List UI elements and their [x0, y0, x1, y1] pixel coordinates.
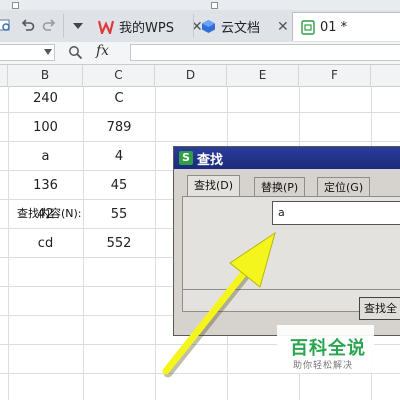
tab-replace[interactable]: 替换(P)	[254, 177, 306, 196]
tab-label: 云文档	[221, 21, 261, 36]
cell-c4[interactable]: 45	[83, 171, 155, 200]
namebox-dropdown-icon[interactable]	[44, 49, 52, 55]
column-header-c[interactable]: C	[83, 65, 155, 86]
find-content-input[interactable]: a	[272, 201, 400, 225]
cell-c5[interactable]: 55	[83, 200, 155, 229]
column-header-partial[interactable]	[371, 65, 400, 86]
redo-icon[interactable]	[41, 17, 57, 33]
tab-bar: 我的WPS ✕ 云文档 ✕ 01 *	[0, 0, 400, 43]
zoom-search-icon[interactable]	[68, 45, 83, 60]
tab-label: 我的WPS	[119, 21, 174, 36]
function-button[interactable]: fx	[96, 43, 109, 59]
sheet-doc-icon	[301, 19, 315, 35]
wps-sheet-logo-icon: S	[179, 151, 193, 165]
cell-c6[interactable]: 552	[83, 229, 155, 258]
dialog-title-bar[interactable]: S 查找	[174, 147, 400, 169]
dropdown-icon[interactable]	[72, 22, 84, 30]
dialog-title: 查找	[197, 152, 224, 168]
cell-b4[interactable]: 136	[8, 171, 83, 200]
find-content-label: 查找内容(N):	[17, 207, 82, 220]
column-header-partial[interactable]	[0, 65, 8, 86]
tab-sheet-01[interactable]: 01 *	[292, 12, 400, 41]
cloud-doc-icon	[202, 20, 215, 33]
tab-label: 01 *	[320, 19, 348, 35]
window-control[interactable]	[12, 2, 19, 9]
cell-b2[interactable]: 100	[8, 113, 83, 142]
title-strip	[0, 0, 400, 10]
formula-input[interactable]	[130, 44, 400, 61]
tab-goto[interactable]: 定位(G)	[317, 177, 371, 196]
column-header-d[interactable]: D	[155, 65, 227, 86]
yellow-arrow-icon	[162, 231, 276, 378]
close-icon[interactable]: ✕	[277, 19, 289, 35]
watermark-subtitle: 助你轻松解决	[293, 361, 354, 371]
cell-b3[interactable]: a	[8, 142, 83, 171]
tab-find[interactable]: 查找(D)	[187, 175, 241, 197]
cell-b1[interactable]: 240	[8, 84, 83, 113]
column-header-b[interactable]: B	[8, 65, 83, 86]
separator	[63, 14, 64, 38]
print-preview-icon[interactable]	[0, 17, 12, 33]
window-control[interactable]	[211, 2, 218, 9]
cell-c1[interactable]: C	[83, 84, 155, 113]
column-header-e[interactable]: E	[227, 65, 299, 86]
undo-icon[interactable]	[20, 17, 36, 33]
cell-c2[interactable]: 789	[83, 113, 155, 142]
cell-b6[interactable]: cd	[8, 229, 83, 258]
wps-logo-icon	[98, 20, 114, 34]
column-header-f[interactable]: F	[299, 65, 371, 86]
tab-cloud-docs[interactable]: 云文档 ✕	[193, 12, 297, 41]
watermark-title: 百科全说	[290, 338, 366, 359]
cell-c3[interactable]: 4	[83, 142, 155, 171]
find-all-button[interactable]: 查找全	[359, 297, 400, 320]
formula-bar: fx	[0, 42, 400, 65]
